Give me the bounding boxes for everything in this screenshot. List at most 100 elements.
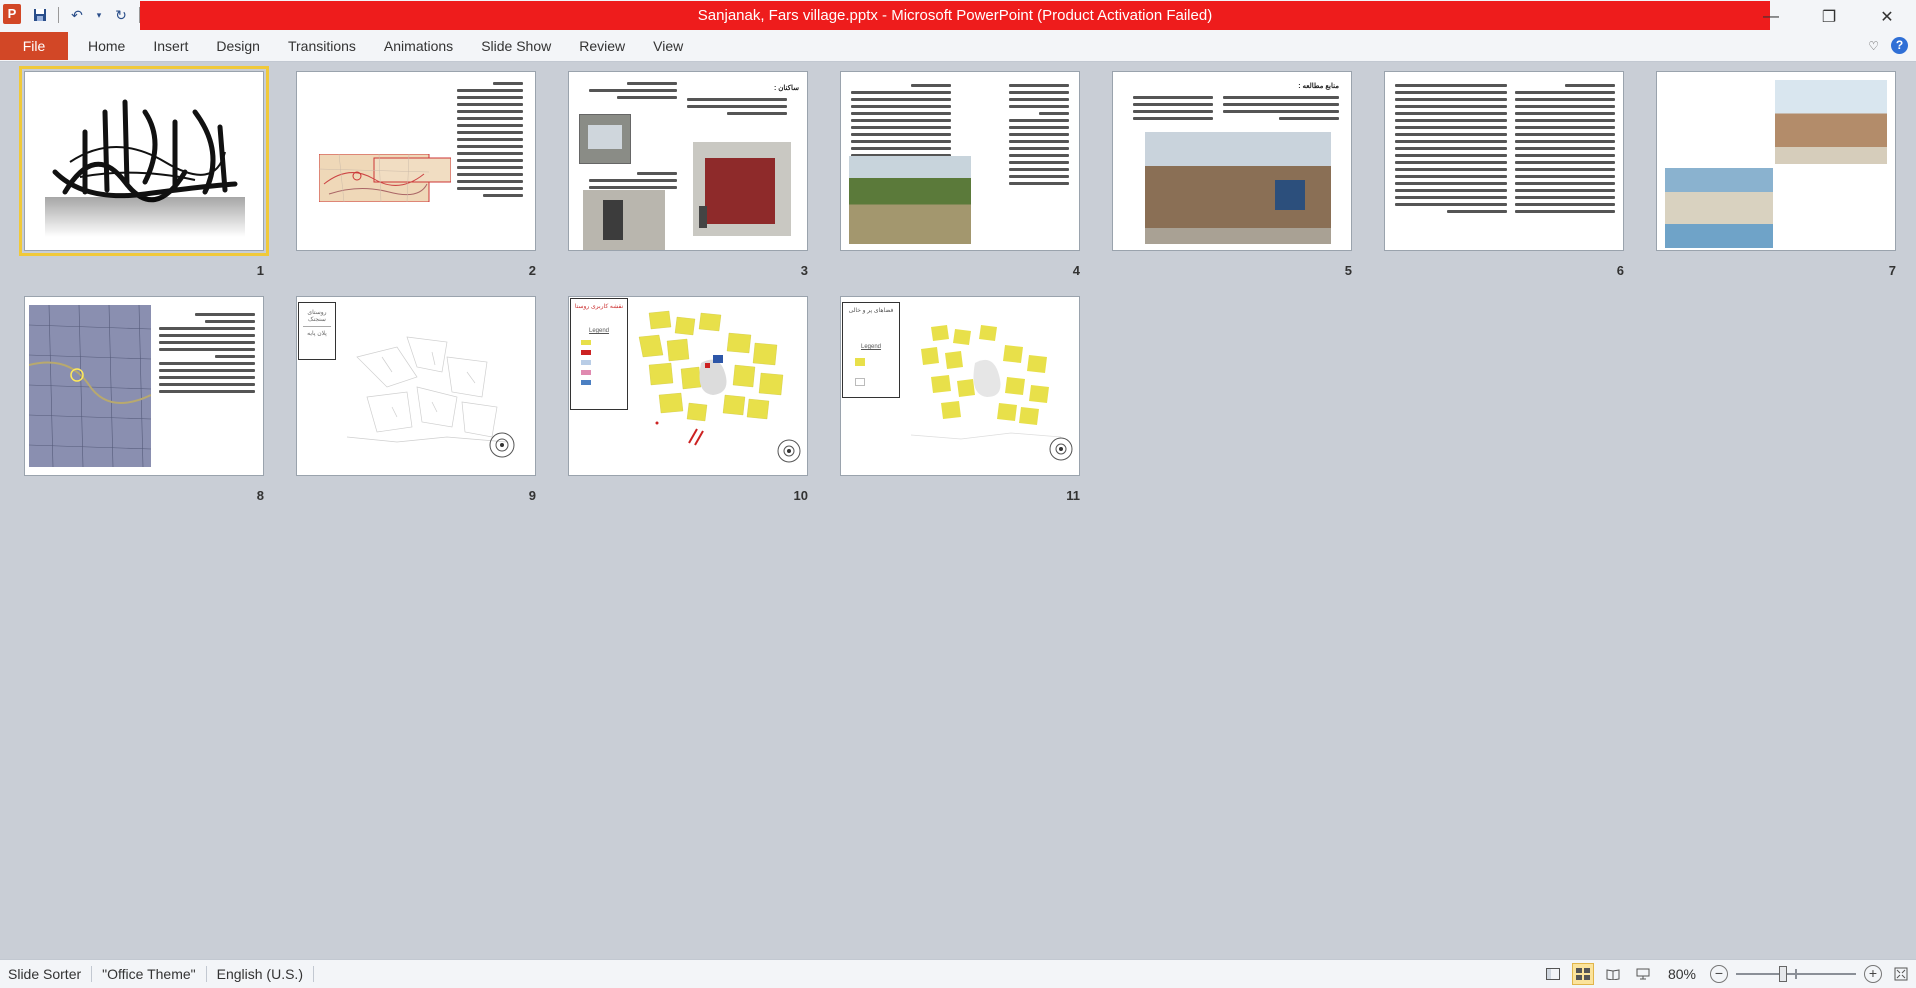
- slide-number: 2: [528, 263, 536, 278]
- save-icon[interactable]: [30, 5, 50, 25]
- legend-title: فضاهای پر و خالی: [848, 308, 894, 314]
- legend-subtitle: پلان پایه: [307, 331, 327, 337]
- land-use-legend: نقشه کاربری روستا Legend: [570, 298, 628, 410]
- tab-animations[interactable]: Animations: [370, 32, 467, 60]
- photo-mosque-exterior: [1775, 80, 1887, 164]
- calligraphy-image: [45, 99, 245, 237]
- ribbon-right-controls: ♡ ?: [1868, 37, 1908, 54]
- photo-red-door: [693, 142, 791, 236]
- slide-number: 9: [528, 488, 536, 503]
- restore-icon[interactable]: ❐: [1800, 2, 1858, 32]
- legend-subtitle: Legend: [588, 328, 610, 334]
- land-use-plan-drawing: [638, 310, 801, 463]
- tab-slide-show[interactable]: Slide Show: [467, 32, 565, 60]
- slide-heading: ساکنان :: [774, 85, 799, 92]
- slide-body-text: [1515, 84, 1615, 217]
- slide-2[interactable]: [296, 71, 536, 251]
- slide-body-text: [1133, 96, 1213, 124]
- slide-sorter-view-icon[interactable]: [1572, 963, 1594, 985]
- slide-body-text: [1223, 96, 1339, 124]
- legend-subtitle: Legend: [860, 344, 882, 350]
- slide-number: 6: [1616, 263, 1624, 278]
- slide-body-text: [457, 82, 523, 201]
- tab-review[interactable]: Review: [565, 32, 639, 60]
- legend-title: روستای سنجنک: [307, 310, 327, 323]
- zoom-slider-midpoint: [1795, 969, 1797, 979]
- slide-body-text: [851, 84, 951, 161]
- undo-dropdown-icon[interactable]: ▾: [95, 5, 103, 25]
- photo-house: [1145, 132, 1331, 244]
- slide-body-text: [159, 313, 255, 397]
- slide-show-view-icon[interactable]: [1632, 963, 1654, 985]
- figure-ground-plan-drawing: [910, 325, 1073, 461]
- slide-number: 11: [1066, 488, 1080, 503]
- slide-7[interactable]: [1656, 71, 1896, 251]
- normal-view-icon[interactable]: [1542, 963, 1564, 985]
- theme-indicator[interactable]: "Office Theme": [92, 966, 207, 982]
- zoom-slider[interactable]: [1736, 965, 1856, 983]
- zoom-level[interactable]: 80%: [1662, 966, 1702, 982]
- powerpoint-logo-icon[interactable]: P: [3, 4, 21, 24]
- figure-ground-legend: فضاهای پر و خالی Legend: [842, 302, 900, 398]
- map-image: [319, 154, 451, 202]
- undo-icon[interactable]: ↶: [67, 5, 87, 25]
- topographic-map-image: [29, 305, 151, 467]
- view-indicator: Slide Sorter: [8, 966, 93, 982]
- photo-mosque-interior: [1665, 168, 1773, 248]
- fit-to-window-icon[interactable]: [1890, 963, 1912, 985]
- tab-transitions[interactable]: Transitions: [274, 32, 370, 60]
- slide-number: 8: [256, 488, 264, 503]
- slide-number: 1: [256, 263, 264, 278]
- photo-building: [579, 114, 631, 164]
- title-bar: P ↶ ▾ ↻ ▾ Sanjanak, Fars village.pptx - …: [0, 0, 1916, 34]
- slide-6[interactable]: [1384, 71, 1624, 251]
- ribbon: File Home Insert Design Transitions Anim…: [0, 30, 1916, 62]
- base-plan-drawing: [346, 336, 515, 458]
- tab-insert[interactable]: Insert: [139, 32, 202, 60]
- plan-legend: روستای سنجنک پلان پایه: [298, 302, 336, 360]
- ribbon-tabs: Home Insert Design Transitions Animation…: [74, 32, 697, 60]
- slide-number: 10: [793, 488, 808, 503]
- zoom-slider-thumb[interactable]: [1778, 966, 1787, 982]
- slide-heading: منابع مطالعه :: [1298, 83, 1339, 90]
- redo-icon[interactable]: ↻: [111, 5, 131, 25]
- status-bar-controls: 80% − +: [1542, 963, 1912, 985]
- zoom-in-icon[interactable]: +: [1864, 965, 1882, 983]
- minimize-ribbon-icon[interactable]: ♡: [1868, 39, 1879, 53]
- slide-8[interactable]: [24, 296, 264, 476]
- slide-number: 7: [1888, 263, 1896, 278]
- help-icon[interactable]: ?: [1891, 37, 1908, 54]
- slide-number: 3: [800, 263, 808, 278]
- slide-4[interactable]: [840, 71, 1080, 251]
- window-controls: — ❐ ✕: [1742, 2, 1916, 32]
- minimize-icon[interactable]: —: [1742, 2, 1800, 32]
- slide-body-text: [589, 82, 677, 103]
- slide-9[interactable]: روستای سنجنک پلان پایه: [296, 296, 536, 476]
- slide-body-text: [1395, 84, 1507, 217]
- slide-3[interactable]: ساکنان :: [568, 71, 808, 251]
- slide-number: 5: [1344, 263, 1352, 278]
- zoom-out-icon[interactable]: −: [1710, 965, 1728, 983]
- tab-design[interactable]: Design: [202, 32, 274, 60]
- slide-10[interactable]: نقشه کاربری روستا Legend: [568, 296, 808, 476]
- slide-body-text: [1009, 84, 1069, 189]
- tab-home[interactable]: Home: [74, 32, 139, 60]
- slide-1[interactable]: [19, 66, 269, 256]
- status-bar-info: Slide Sorter "Office Theme" English (U.S…: [8, 966, 314, 982]
- reading-view-icon[interactable]: [1602, 963, 1624, 985]
- legend-title: نقشه کاربری روستا: [574, 304, 624, 310]
- language-indicator[interactable]: English (U.S.): [207, 966, 314, 982]
- photo-alley: [583, 190, 665, 250]
- slide-sorter[interactable]: 1 2 ساکنان : 3 4 منابع مطالعه: 5 6 7 8 …: [0, 63, 1916, 958]
- slide-body-text: [687, 98, 787, 119]
- slide-11[interactable]: فضاهای پر و خالی Legend: [840, 296, 1080, 476]
- window-title: Sanjanak, Fars village.pptx - Microsoft …: [140, 1, 1770, 31]
- close-icon[interactable]: ✕: [1858, 2, 1916, 32]
- slide-number: 4: [1072, 263, 1080, 278]
- status-bar: Slide Sorter "Office Theme" English (U.S…: [0, 959, 1916, 988]
- tab-file[interactable]: File: [0, 32, 68, 60]
- tab-view[interactable]: View: [639, 32, 697, 60]
- slide-5[interactable]: منابع مطالعه :: [1112, 71, 1352, 251]
- divider: [58, 7, 59, 23]
- photo-fields: [849, 156, 971, 244]
